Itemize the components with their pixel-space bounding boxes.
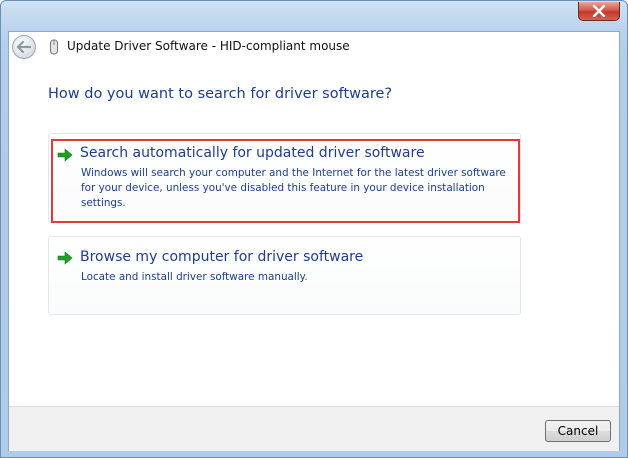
close-button[interactable] [578,2,620,21]
green-arrow-icon [57,251,73,265]
page-heading: How do you want to search for driver sof… [48,86,393,102]
mouse-device-icon [50,39,58,55]
title-bar[interactable] [1,1,627,31]
back-arrow-icon [17,41,31,53]
dialog-content: Update Driver Software - HID-compliant m… [8,31,620,451]
cancel-button[interactable]: Cancel [545,420,611,442]
back-button[interactable] [12,35,36,59]
option-description: Locate and install driver software manua… [81,271,308,283]
option-title: Browse my computer for driver software [80,249,364,265]
green-arrow-icon [57,148,73,162]
header-row: Update Driver Software - HID-compliant m… [9,32,619,62]
browse-computer-option[interactable]: Browse my computer for driver software L… [48,236,521,315]
dialog-window: Update Driver Software - HID-compliant m… [0,0,628,458]
window-title: Update Driver Software - HID-compliant m… [67,39,350,53]
search-automatically-option[interactable]: Search automatically for updated driver … [48,133,521,223]
option-description: Windows will search your computer and th… [81,167,506,209]
option-title: Search automatically for updated driver … [80,145,425,161]
close-icon [592,5,606,17]
dialog-footer: Cancel [9,406,619,451]
